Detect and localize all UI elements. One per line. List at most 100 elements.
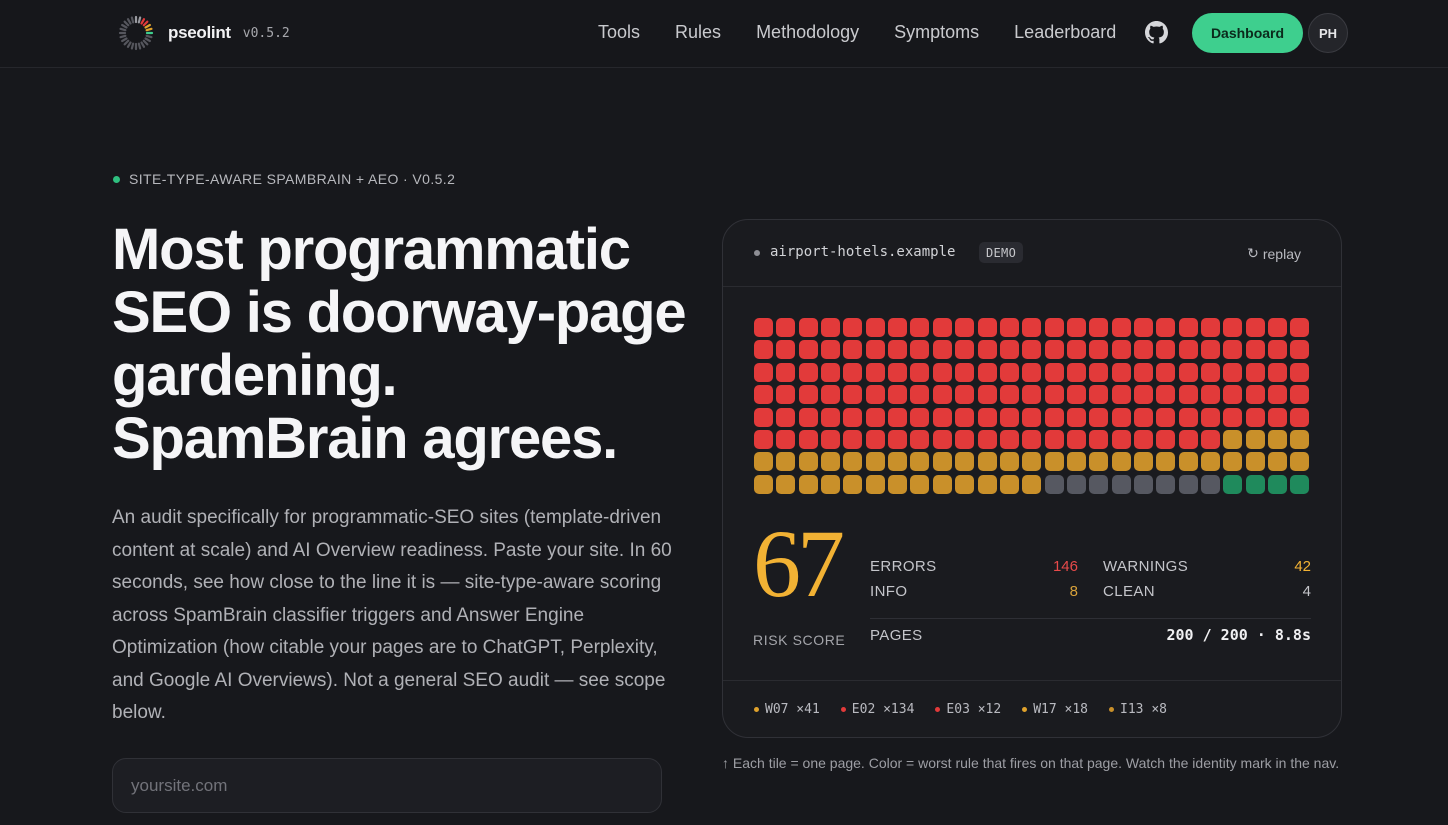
page-tile xyxy=(754,362,773,382)
site-url-input[interactable] xyxy=(112,758,662,813)
page-tile xyxy=(776,340,796,360)
domain-dot-icon xyxy=(754,250,760,256)
page-tile xyxy=(1066,452,1086,472)
page-tile xyxy=(1111,474,1131,494)
page-tile xyxy=(1156,362,1176,382)
github-icon[interactable] xyxy=(1145,21,1168,44)
page-tile xyxy=(1111,385,1131,405)
nav-link-methodology[interactable]: Methodology xyxy=(756,22,859,43)
page-tile xyxy=(1044,385,1064,405)
page-tile xyxy=(821,407,841,427)
rule-chip[interactable]: W07 ×41 xyxy=(754,702,820,717)
page-tile xyxy=(1066,474,1086,494)
rule-chip[interactable]: W17 ×18 xyxy=(1022,702,1088,717)
page-tile xyxy=(798,407,818,427)
page-tile xyxy=(1245,430,1265,449)
page-tile xyxy=(843,407,863,427)
page-tile xyxy=(1066,318,1086,337)
info-value: 8 xyxy=(1069,583,1078,600)
page-tile xyxy=(1178,452,1198,472)
nav-link-tools[interactable]: Tools xyxy=(598,22,640,43)
page-tile xyxy=(1245,474,1265,494)
page-tile xyxy=(821,430,841,449)
page-tile xyxy=(1290,474,1310,494)
page-tile xyxy=(1178,430,1198,449)
page-tile xyxy=(910,340,930,360)
demo-card: airport-hotels.example DEMO ↻ replay 67 … xyxy=(722,219,1342,738)
page-tile xyxy=(1268,385,1288,405)
page-tile xyxy=(1044,407,1064,427)
page-tile xyxy=(1268,452,1288,472)
page-tile xyxy=(977,318,997,337)
avatar[interactable]: PH xyxy=(1308,13,1348,53)
page-tile xyxy=(955,318,975,337)
page-tile xyxy=(1156,430,1176,449)
page-tile xyxy=(754,452,773,472)
demo-card-header: airport-hotels.example DEMO ↻ replay xyxy=(723,220,1341,287)
page-tile xyxy=(1022,385,1042,405)
page-tile xyxy=(821,362,841,382)
page-tile xyxy=(932,430,952,449)
page-tile xyxy=(1245,362,1265,382)
rule-chip[interactable]: E02 ×134 xyxy=(840,702,914,717)
page-tile xyxy=(888,340,908,360)
page-tile xyxy=(1044,452,1064,472)
rule-dot-icon xyxy=(840,707,846,712)
page-tile xyxy=(888,452,908,472)
page-tile xyxy=(1290,340,1310,360)
nav-link-rules[interactable]: Rules xyxy=(675,22,721,43)
risk-score-label: RISK SCORE xyxy=(753,632,846,648)
page-tile xyxy=(1111,452,1131,472)
page-tile xyxy=(798,452,818,472)
page-tile xyxy=(977,362,997,382)
replay-label: replay xyxy=(1262,245,1301,262)
page-tile xyxy=(1178,474,1198,494)
rule-dot-icon xyxy=(1022,707,1028,712)
rule-chip[interactable]: I13 ×8 xyxy=(1109,702,1167,717)
page-tile xyxy=(776,452,796,472)
page-tile xyxy=(1156,318,1176,337)
page-tile xyxy=(843,452,863,472)
dashboard-button[interactable]: Dashboard xyxy=(1192,13,1303,53)
page-tile xyxy=(1133,340,1153,360)
page-tile xyxy=(888,318,908,337)
pages-value: 200 / 200 · 8.8s xyxy=(1166,626,1312,644)
nav-link-symptoms[interactable]: Symptoms xyxy=(894,22,979,43)
page-tile xyxy=(999,407,1019,427)
page-tile xyxy=(999,385,1019,405)
page-tile xyxy=(1089,474,1109,494)
page-tile xyxy=(1066,407,1086,427)
rule-dot-icon xyxy=(1109,707,1115,712)
page-tile xyxy=(1089,318,1109,337)
page-tile xyxy=(1089,407,1109,427)
brand[interactable]: pseolint v0.5.2 xyxy=(118,14,290,52)
page-tile xyxy=(776,362,796,382)
page-tile xyxy=(1111,407,1131,427)
page-tile xyxy=(843,385,863,405)
page-tile xyxy=(1290,430,1310,449)
page-tile xyxy=(1201,318,1220,337)
page-tile xyxy=(888,407,908,427)
replay-button[interactable]: ↻ replay xyxy=(1247,245,1301,262)
page-tile xyxy=(776,385,796,405)
nav-link-leaderboard[interactable]: Leaderboard xyxy=(1014,22,1116,43)
page-tile xyxy=(1066,430,1086,449)
page-tile xyxy=(977,430,997,449)
stats-divider xyxy=(870,618,1311,619)
page-tile xyxy=(1178,340,1198,360)
page-tile xyxy=(1022,362,1042,382)
page-tile xyxy=(955,407,975,427)
page-tile xyxy=(999,430,1019,449)
page-tile xyxy=(999,340,1019,360)
errors-label: ERRORS xyxy=(870,558,937,575)
page-tile xyxy=(1201,385,1220,405)
page-tile xyxy=(1111,318,1131,337)
page-tile xyxy=(865,318,885,337)
page-tile xyxy=(1156,452,1176,472)
warnings-value: 42 xyxy=(1294,558,1311,575)
nav-links: Tools Rules Methodology Symptoms Leaderb… xyxy=(598,22,1151,43)
page-tile xyxy=(1223,407,1243,427)
page-tile xyxy=(1268,362,1288,382)
rule-chip[interactable]: E03 ×12 xyxy=(935,702,1001,717)
page-tile xyxy=(1156,407,1176,427)
